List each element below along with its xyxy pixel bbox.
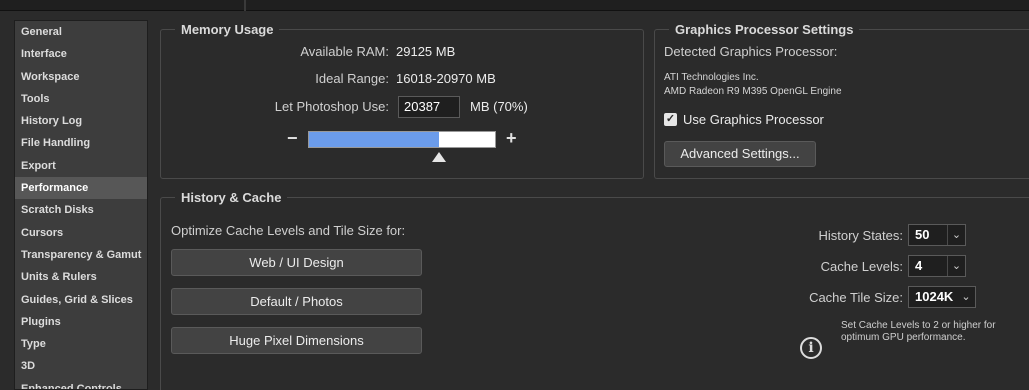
cache-levels-value: 4 <box>915 258 923 273</box>
sidebar-item-cursors[interactable]: Cursors <box>15 222 147 244</box>
gpu-cache-hint-line-1: Set Cache Levels to 2 or higher for <box>841 320 996 331</box>
default-photos-button[interactable]: Default / Photos <box>171 288 422 315</box>
sidebar-item-3d[interactable]: 3D <box>15 355 147 377</box>
sidebar-item-guides-grid-slices[interactable]: Guides, Grid & Slices <box>15 289 147 311</box>
cache-tile-size-select[interactable]: 1024K ⌄ <box>908 286 976 308</box>
graphics-processor-title: Graphics Processor Settings <box>669 22 860 37</box>
ideal-range-value: 16018-20970 MB <box>396 71 496 86</box>
use-gpu-label: Use Graphics Processor <box>683 112 824 127</box>
cache-tile-size-label: Cache Tile Size: <box>809 290 903 305</box>
advanced-settings-button[interactable]: Advanced Settings... <box>664 141 816 167</box>
gpu-cache-hint-line-2: optimum GPU performance. <box>841 332 966 343</box>
sidebar-item-plugins[interactable]: Plugins <box>15 311 147 333</box>
chevron-down-icon: ⌄ <box>961 291 971 303</box>
let-photoshop-use-label: Let Photoshop Use: <box>274 99 389 114</box>
detected-gpu-label: Detected Graphics Processor: <box>664 44 838 59</box>
optimize-cache-label: Optimize Cache Levels and Tile Size for: <box>171 223 406 238</box>
increase-ram-button[interactable]: + <box>506 128 517 149</box>
sidebar-item-export[interactable]: Export <box>15 155 147 177</box>
preferences-sidebar: General Interface Workspace Tools Histor… <box>14 20 148 390</box>
sidebar-item-interface[interactable]: Interface <box>15 43 147 65</box>
sidebar-item-general[interactable]: General <box>15 21 147 43</box>
sidebar-item-file-handling[interactable]: File Handling <box>15 132 147 154</box>
history-states-select[interactable]: 50 ⌄ <box>908 224 966 246</box>
ram-amount-input[interactable]: 20387 <box>398 96 460 118</box>
cache-tile-size-value: 1024K <box>915 289 954 304</box>
window-top-bar <box>0 0 1029 11</box>
chevron-down-icon: ⌄ <box>947 256 965 276</box>
history-cache-title: History & Cache <box>175 190 288 205</box>
gpu-cache-hint: Set Cache Levels to 2 or higher for opti… <box>841 320 1029 344</box>
gpu-model: AMD Radeon R9 M395 OpenGL Engine <box>664 86 842 97</box>
cache-levels-select[interactable]: 4 ⌄ <box>908 255 966 277</box>
sidebar-item-performance[interactable]: Performance <box>15 177 147 200</box>
web-ui-design-button[interactable]: Web / UI Design <box>171 249 422 276</box>
info-icon: i <box>800 337 822 359</box>
available-ram-label: Available RAM: <box>300 44 389 59</box>
ram-slider-fill <box>309 132 440 147</box>
sidebar-item-transparency-gamut[interactable]: Transparency & Gamut <box>15 244 147 266</box>
ideal-range-label: Ideal Range: <box>315 71 389 86</box>
ram-slider-thumb[interactable] <box>432 152 447 162</box>
ram-percent-label: MB (70%) <box>470 99 528 114</box>
sidebar-item-workspace[interactable]: Workspace <box>15 66 147 88</box>
use-gpu-checkbox[interactable]: ✓ <box>664 113 677 126</box>
top-bar-divider <box>244 0 246 11</box>
sidebar-item-units-rulers[interactable]: Units & Rulers <box>15 266 147 288</box>
sidebar-item-history-log[interactable]: History Log <box>15 110 147 132</box>
sidebar-item-scratch-disks[interactable]: Scratch Disks <box>15 199 147 221</box>
available-ram-value: 29125 MB <box>396 44 456 59</box>
decrease-ram-button[interactable]: − <box>287 128 298 149</box>
huge-pixel-dimensions-button[interactable]: Huge Pixel Dimensions <box>171 327 422 354</box>
chevron-down-icon: ⌄ <box>947 225 965 245</box>
memory-usage-title: Memory Usage <box>175 22 280 37</box>
sidebar-item-type[interactable]: Type <box>15 333 147 355</box>
sidebar-item-tools[interactable]: Tools <box>15 88 147 110</box>
history-states-value: 50 <box>915 227 930 242</box>
gpu-vendor: ATI Technologies Inc. <box>664 72 759 83</box>
history-states-label: History States: <box>818 228 903 243</box>
sidebar-item-enhanced-controls[interactable]: Enhanced Controls <box>15 378 147 389</box>
ram-slider[interactable] <box>308 131 496 148</box>
cache-levels-label: Cache Levels: <box>820 259 903 274</box>
